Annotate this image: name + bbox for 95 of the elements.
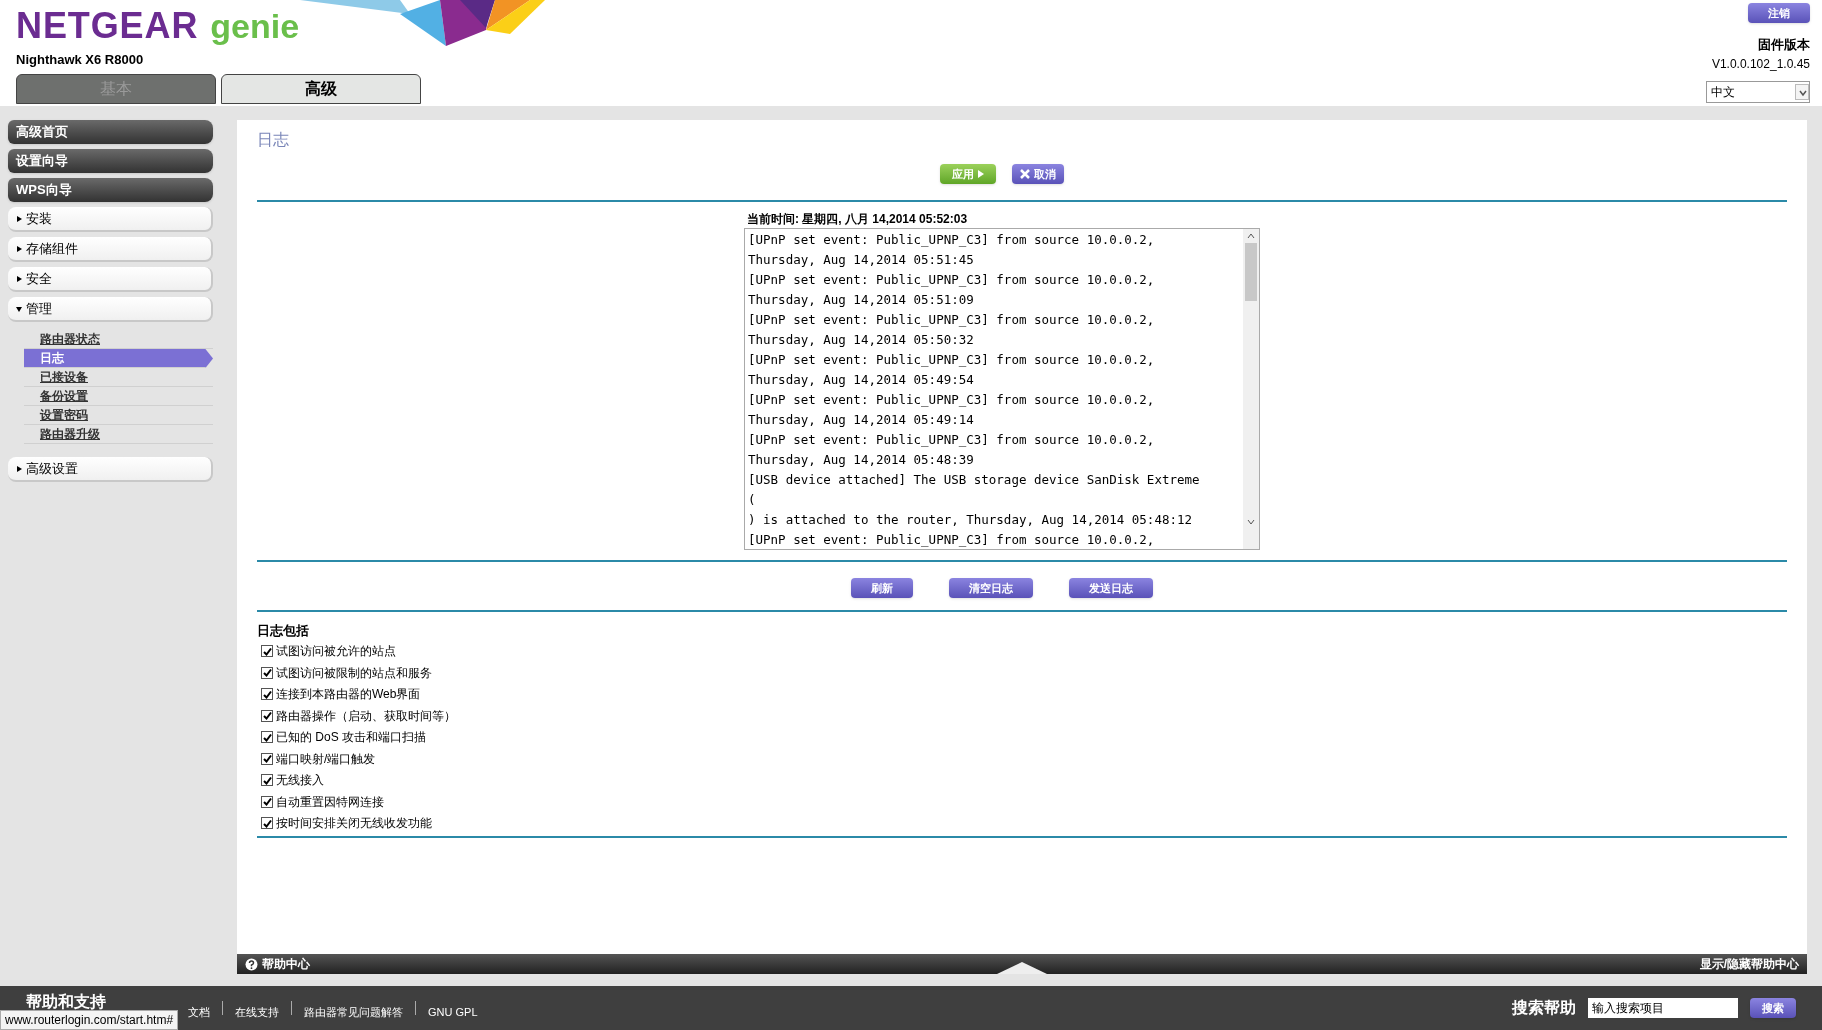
checkbox-label: 无线接入 xyxy=(276,772,324,790)
caret-right-icon xyxy=(16,215,22,222)
footer-link[interactable]: GNU GPL xyxy=(428,1003,478,1021)
checkbox[interactable] xyxy=(261,795,273,808)
sidebar-link[interactable]: 路由器升级 xyxy=(24,425,213,444)
caret-right-icon xyxy=(16,245,22,252)
sidebar-section[interactable]: 安全 xyxy=(8,267,213,292)
log-line: [UPnP set event: Public_UPNP_C3] from source 10.0.0.2, xyxy=(748,271,1156,289)
log-action-button[interactable]: 刷新 xyxy=(851,578,913,598)
logout-button[interactable]: 注销 xyxy=(1748,3,1810,23)
scrollbar-thumb[interactable] xyxy=(1245,243,1257,301)
check-icon xyxy=(262,689,272,699)
log-line: [UPnP set event: Public_UPNP_C3] from source 10.0.0.2, xyxy=(748,231,1156,249)
close-icon xyxy=(1020,169,1030,179)
section-heading: 日志包括 xyxy=(257,622,310,640)
caret-right-icon xyxy=(16,465,22,472)
log-line: Thursday, Aug 14,2014 05:51:09 xyxy=(748,291,975,309)
brand-logo: NETGEAR xyxy=(16,8,199,44)
check-icon xyxy=(262,668,272,678)
check-icon xyxy=(262,646,272,656)
sidebar-section[interactable]: 安装 xyxy=(8,207,213,232)
current-time: 当前时间: 星期四, 八月 14,2014 05:52:03 xyxy=(747,211,968,228)
log-action-button[interactable]: 清空日志 xyxy=(949,578,1033,598)
search-help-label: 搜索帮助 xyxy=(1512,998,1576,1018)
log-line: ) is attached to the router, Thursday, Aug 14,2014 05:48:12 xyxy=(748,511,1193,529)
help-icon xyxy=(245,957,258,971)
checkbox[interactable] xyxy=(261,709,273,722)
checkbox[interactable] xyxy=(261,752,273,765)
sidebar-button[interactable]: 设置向导 xyxy=(8,149,213,173)
checkbox-label: 按时间安排关闭无线收发功能 xyxy=(276,815,432,833)
sidebar-link[interactable]: 已接设备 xyxy=(24,368,213,387)
checkbox[interactable] xyxy=(261,817,273,830)
page-title: 日志 xyxy=(257,130,290,150)
sidebar-link[interactable]: 备份设置 xyxy=(24,387,213,406)
caret-down-icon xyxy=(16,305,22,312)
checkbox-label: 连接到本路由器的Web界面 xyxy=(276,686,421,704)
log-line: Thursday, Aug 14,2014 05:49:14 xyxy=(748,411,975,429)
tab[interactable]: 高级 xyxy=(221,73,421,104)
checkbox[interactable] xyxy=(261,731,273,744)
check-icon xyxy=(262,775,272,785)
log-line: [UPnP set event: Public_UPNP_C3] from source 10.0.0.2, xyxy=(748,351,1156,369)
play-icon xyxy=(978,170,984,178)
log-line: [USB device attached] The USB storage device SanDisk Extreme xyxy=(748,471,1201,489)
checkbox[interactable] xyxy=(261,645,273,658)
checkbox-label: 试图访问被限制的站点和服务 xyxy=(276,664,432,682)
firmware-label: 固件版本 xyxy=(1758,36,1810,54)
sidebar-section[interactable]: 管理 xyxy=(8,297,213,322)
sidebar-link[interactable]: 日志 xyxy=(24,349,213,368)
cancel-button[interactable]: 取消 xyxy=(1012,164,1064,184)
footer-link[interactable]: 路由器常见问题解答 xyxy=(304,1003,403,1021)
log-line: [UPnP set event: Public_UPNP_C3] from source 10.0.0.2, xyxy=(748,311,1156,329)
sidebar-link[interactable]: 设置密码 xyxy=(24,406,213,425)
checkbox[interactable] xyxy=(261,688,273,701)
language-select[interactable]: 中文 xyxy=(1706,80,1810,103)
log-textarea[interactable] xyxy=(744,228,1260,550)
checkbox-label: 已知的 DoS 攻击和端口扫描 xyxy=(276,729,426,747)
checkbox[interactable] xyxy=(261,774,273,787)
firmware-version: V1.0.0.102_1.0.45 xyxy=(1711,55,1810,73)
model-name: Nighthawk X6 R8000 xyxy=(16,51,145,69)
sidebar-section[interactable]: 存储组件 xyxy=(8,237,213,262)
log-line: [UPnP set event: Public_UPNP_C3] from source 10.0.0.2, xyxy=(748,391,1156,409)
help-toggle-link[interactable]: 显示/隐藏帮助中心 xyxy=(1699,955,1799,973)
check-icon xyxy=(262,711,272,721)
log-line: Thursday, Aug 14,2014 05:48:39 xyxy=(748,451,975,469)
caret-right-icon xyxy=(16,275,22,282)
footer-link[interactable]: 文档 xyxy=(188,1003,210,1021)
check-icon xyxy=(262,818,272,828)
sidebar-button[interactable]: 高级首页 xyxy=(8,120,213,144)
log-line: Thursday, Aug 14,2014 05:49:54 xyxy=(748,371,975,389)
sidebar-button[interactable]: WPS向导 xyxy=(8,178,213,202)
sidebar-section[interactable]: 高级设置 xyxy=(8,457,213,482)
log-line: [UPnP set event: Public_UPNP_C3] from source 10.0.0.2, xyxy=(748,531,1156,549)
log-line: Thursday, Aug 14,2014 05:50:32 xyxy=(748,331,975,349)
checkbox-label: 自动重置因特网连接 xyxy=(276,793,384,811)
checkbox-label: 试图访问被允许的站点 xyxy=(276,643,396,661)
checkbox-label: 端口映射/端口触发 xyxy=(276,750,376,768)
log-line: [UPnP set event: Public_UPNP_C3] from source 10.0.0.2, xyxy=(748,431,1156,449)
search-button[interactable]: 搜索 xyxy=(1750,998,1796,1018)
checkbox-label: 路由器操作（启动、获取时间等） xyxy=(276,707,456,725)
scrollbar[interactable] xyxy=(1243,229,1259,549)
footer-link[interactable]: 在线支持 xyxy=(235,1003,279,1021)
check-icon xyxy=(262,797,272,807)
checkbox[interactable] xyxy=(261,666,273,679)
help-center-title: 帮助中心 xyxy=(262,956,310,973)
log-line: Thursday, Aug 14,2014 05:51:45 xyxy=(748,251,975,269)
log-action-button[interactable]: 发送日志 xyxy=(1069,578,1153,598)
expand-arrow-icon xyxy=(997,962,1047,974)
status-url: www.routerlogin.com/start.htm# xyxy=(0,1010,179,1030)
dropdown-icon xyxy=(1795,83,1809,100)
footer-title: 帮助和支持 xyxy=(26,992,106,1012)
product-logo: genie xyxy=(210,9,300,43)
check-icon xyxy=(262,754,272,764)
search-field[interactable]: 输入搜索项目 xyxy=(1588,998,1738,1018)
log-line: ( xyxy=(748,491,757,509)
check-icon xyxy=(262,732,272,742)
